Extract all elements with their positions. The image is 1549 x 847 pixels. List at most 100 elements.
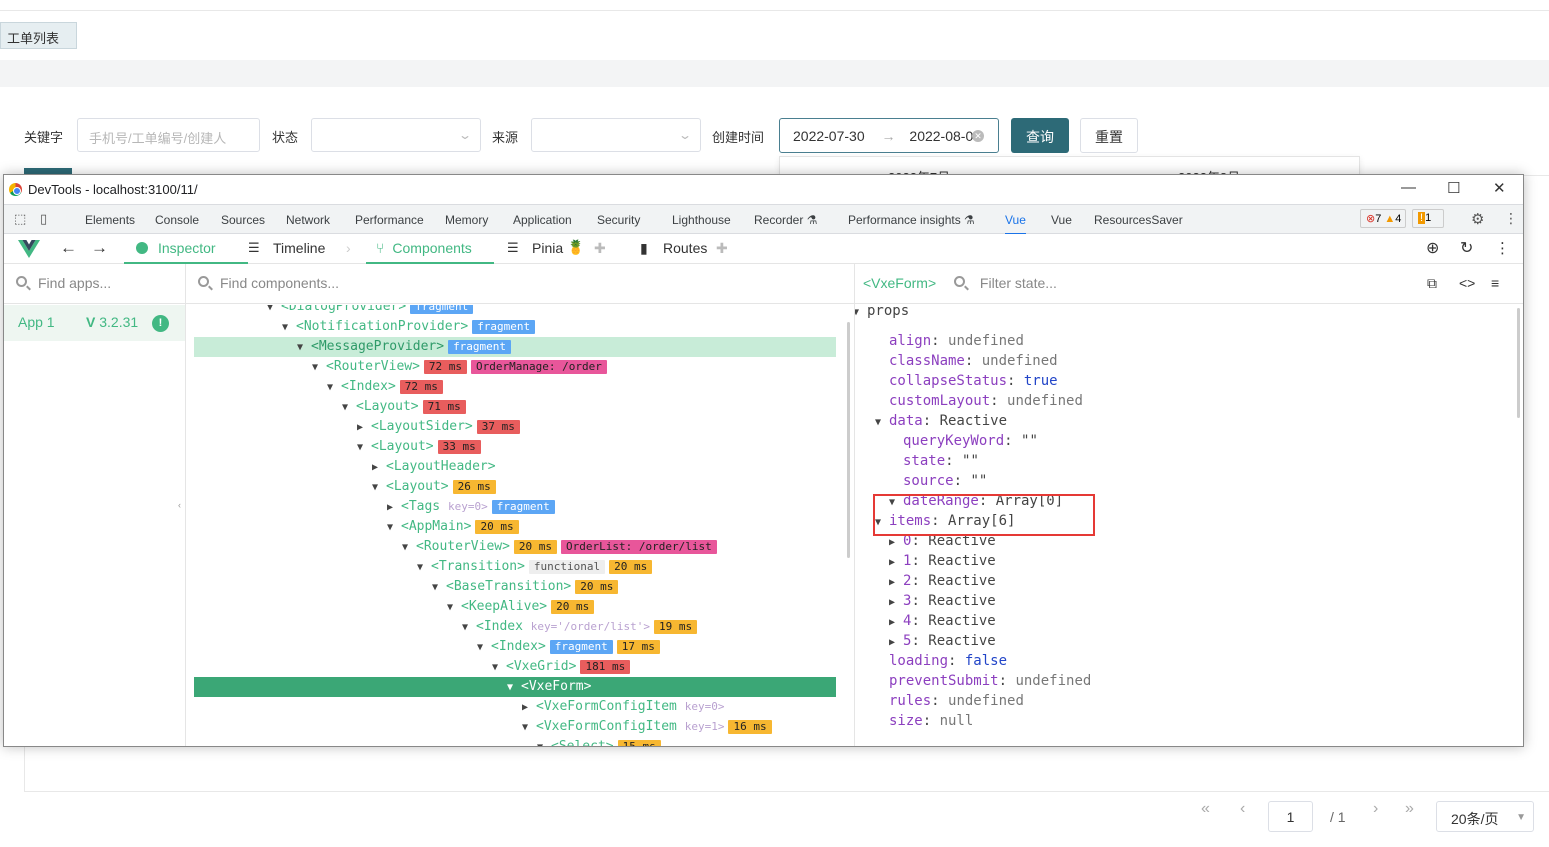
nav-routes[interactable]: Routes xyxy=(663,240,707,256)
state-row[interactable]: ▶ 2: Reactive xyxy=(889,571,996,591)
tab-lighthouse[interactable]: Lighthouse xyxy=(672,213,731,227)
tree-row[interactable]: ▼ <Index> fragment 17 ms xyxy=(186,637,846,657)
collapse-triangle-icon[interactable]: ▼ xyxy=(357,438,371,458)
status-select[interactable]: ⌄ xyxy=(311,118,481,152)
state-row[interactable]: state: "" xyxy=(903,451,979,471)
tree-row[interactable]: ▼ <VxeForm> xyxy=(194,677,836,697)
last-page-icon[interactable]: » xyxy=(1405,800,1414,818)
close-button[interactable]: ✕ xyxy=(1493,179,1506,197)
collapse-triangle-icon[interactable]: ▼ xyxy=(312,358,326,378)
collapse-triangle-icon[interactable]: ▼ xyxy=(522,718,536,738)
state-section-header[interactable]: ▼props xyxy=(855,305,909,321)
more-options-icon[interactable]: ⋮ xyxy=(1495,239,1510,257)
tab-memory[interactable]: Memory xyxy=(445,213,488,227)
state-row[interactable]: className: undefined xyxy=(889,351,1058,371)
collapse-triangle-icon[interactable]: ▼ xyxy=(372,478,386,498)
collapse-triangle-icon[interactable]: ▼ xyxy=(297,338,311,358)
state-scrollbar[interactable] xyxy=(1517,308,1520,418)
forward-arrow-icon[interactable]: → xyxy=(91,238,108,258)
nav-components[interactable]: ⑂ Components xyxy=(366,234,494,264)
collapse-triangle-icon[interactable]: ▼ xyxy=(342,398,356,418)
tab-performance[interactable]: Performance xyxy=(355,213,424,227)
expand-triangle-icon[interactable]: ▶ xyxy=(889,633,903,653)
state-row[interactable]: ▼ data: Reactive xyxy=(875,411,1007,431)
collapse-triangle-icon[interactable]: ▼ xyxy=(855,305,867,323)
tree-row[interactable]: ▶ <VxeFormConfigItem key=0> xyxy=(186,697,846,717)
tab-console[interactable]: Console xyxy=(155,213,199,227)
date-end[interactable]: 2022-08-0 xyxy=(909,128,973,144)
state-row[interactable]: preventSubmit: undefined xyxy=(889,671,1091,691)
tab-performance-insights[interactable]: Performance insights ⚗ xyxy=(848,213,975,227)
state-row[interactable]: queryKeyWord: "" xyxy=(903,431,1038,451)
collapse-triangle-icon[interactable]: ▼ xyxy=(507,678,521,698)
state-row[interactable]: customLayout: undefined xyxy=(889,391,1083,411)
code-icon[interactable]: <> xyxy=(1459,275,1475,291)
tree-row[interactable]: ▼ <MessageProvider> fragment xyxy=(194,337,836,357)
tab-elements[interactable]: Elements xyxy=(85,213,135,227)
nav-pinia[interactable]: Pinia xyxy=(532,240,563,256)
tree-row[interactable]: ▼<Select>15 ms xyxy=(186,737,846,746)
tree-row[interactable]: ▼ <RouterView> 72 ms OrderManage: /order xyxy=(186,357,846,377)
state-row[interactable]: rules: undefined xyxy=(889,691,1024,711)
tree-row[interactable]: ▶ <Tags key=0> fragment xyxy=(186,497,846,517)
expand-triangle-icon[interactable]: ▶ xyxy=(889,593,903,613)
collapse-triangle-icon[interactable]: ▼ xyxy=(477,638,491,658)
tab-vue-active[interactable]: Vue xyxy=(1005,213,1026,235)
tree-row[interactable]: ▼ <BaseTransition> 20 ms xyxy=(186,577,846,597)
expand-triangle-icon[interactable]: ▶ xyxy=(357,418,371,438)
find-apps-input[interactable]: Find apps... xyxy=(4,264,185,304)
device-toolbar-icon[interactable]: ▯ xyxy=(40,211,47,227)
issues-counter[interactable]: ! 1 xyxy=(1412,209,1444,228)
tab-order-list[interactable]: 工单列表 xyxy=(0,22,77,49)
tab-resources-saver[interactable]: ResourcesSaver xyxy=(1094,213,1183,227)
tab-application[interactable]: Application xyxy=(513,213,572,227)
collapse-triangle-icon[interactable]: ▼ xyxy=(387,518,401,538)
state-row[interactable]: ▶ 1: Reactive xyxy=(889,551,996,571)
tree-row[interactable]: ▼ <VxeGrid> 181 ms xyxy=(186,657,846,677)
tree-row[interactable]: ▼ <Index> 72 ms xyxy=(186,377,846,397)
collapse-triangle-icon[interactable]: ▼ xyxy=(432,578,446,598)
tab-sources[interactable]: Sources xyxy=(221,213,265,227)
date-start[interactable]: 2022-07-30 xyxy=(793,128,865,144)
state-row[interactable]: size: null xyxy=(889,711,973,731)
tab-recorder[interactable]: Recorder ⚗ xyxy=(754,213,817,227)
target-crosshair-icon[interactable]: ⊕ xyxy=(1426,238,1439,258)
expand-triangle-icon[interactable]: ▶ xyxy=(522,698,536,718)
state-row[interactable]: ▶ 3: Reactive xyxy=(889,591,996,611)
find-components-input[interactable]: Find components... xyxy=(186,264,854,304)
scroll-to-component-icon[interactable]: ⧉ xyxy=(1427,275,1437,292)
expand-triangle-icon[interactable]: ▶ xyxy=(372,458,386,478)
refresh-icon[interactable]: ↻ xyxy=(1460,238,1473,258)
back-arrow-icon[interactable]: ← xyxy=(60,238,77,258)
expand-triangle-icon[interactable]: ▶ xyxy=(889,553,903,573)
page-size-select[interactable]: 20条/页 ▼ xyxy=(1436,801,1534,832)
expand-triangle-icon[interactable]: ▶ xyxy=(387,498,401,518)
tree-row[interactable]: ▼ <Index key='/order/list'> 19 ms xyxy=(186,617,846,637)
inspect-element-icon[interactable]: ⬚ xyxy=(14,211,26,227)
filter-state-input[interactable]: Filter state... xyxy=(980,275,1057,291)
app-list-item[interactable]: App 1 V 3.2.31 ! xyxy=(4,305,185,341)
tree-row[interactable]: ▼ <Layout> 26 ms xyxy=(186,477,846,497)
tree-row[interactable]: ▼ <Layout> 33 ms xyxy=(186,437,846,457)
source-select[interactable]: ⌄ xyxy=(531,118,701,152)
tree-row[interactable]: ▼ <Layout> 71 ms xyxy=(186,397,846,417)
prev-page-icon[interactable]: ‹ xyxy=(1240,800,1245,818)
expand-triangle-icon[interactable]: ▶ xyxy=(889,613,903,633)
maximize-button[interactable]: ☐ xyxy=(1447,179,1460,197)
keyword-input[interactable]: 手机号/工单编号/创建人 xyxy=(77,118,260,152)
error-warning-counter[interactable]: ⊗7 ▲4 xyxy=(1360,209,1406,228)
minimize-button[interactable]: — xyxy=(1401,179,1416,196)
state-row[interactable]: ▶ 5: Reactive xyxy=(889,631,996,651)
page-input[interactable]: 1 xyxy=(1268,801,1313,832)
tree-scrollbar[interactable] xyxy=(847,322,850,558)
state-row[interactable]: align: undefined xyxy=(889,331,1024,351)
nav-timeline[interactable]: Timeline xyxy=(273,240,325,256)
clear-icon[interactable]: ✕ xyxy=(972,130,984,142)
collapse-triangle-icon[interactable]: ▼ xyxy=(402,538,416,558)
collapse-triangle-icon[interactable]: ▼ xyxy=(492,658,506,678)
reset-button[interactable]: 重置 xyxy=(1080,118,1138,153)
tab-security[interactable]: Security xyxy=(597,213,640,227)
tree-row[interactable]: ▶ <LayoutSider> 37 ms xyxy=(186,417,846,437)
collapse-triangle-icon[interactable]: ▼ xyxy=(462,618,476,638)
state-row[interactable]: source: "" xyxy=(903,471,987,491)
